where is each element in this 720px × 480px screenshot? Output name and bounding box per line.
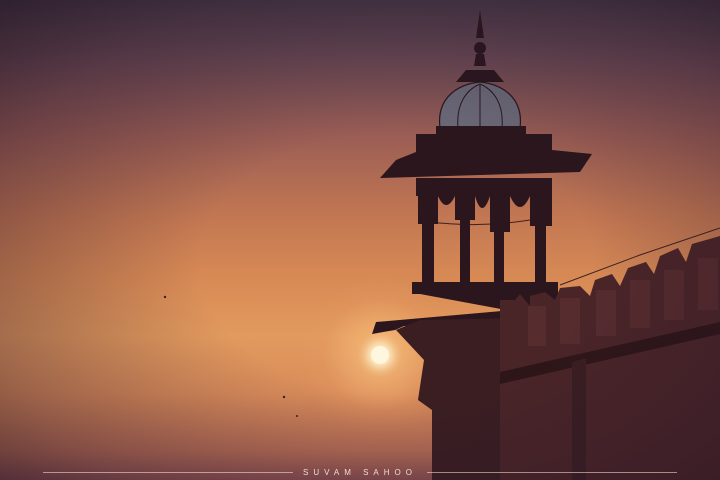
watermark-line-left xyxy=(43,471,293,473)
watermark: SUVAM SAHOO xyxy=(0,466,720,478)
bird xyxy=(296,415,298,417)
wall-pilaster xyxy=(572,358,586,480)
watermark-text: SUVAM SAHOO xyxy=(303,467,417,477)
watermark-line-right xyxy=(426,471,677,473)
photograph: SUVAM SAHOO xyxy=(0,0,720,480)
minaret-silhouette xyxy=(163,10,720,480)
pavilion-pillars xyxy=(418,196,552,284)
dome xyxy=(456,10,504,82)
canopy xyxy=(380,126,592,196)
bird xyxy=(163,295,167,299)
bird xyxy=(282,395,286,399)
wire xyxy=(429,219,531,226)
